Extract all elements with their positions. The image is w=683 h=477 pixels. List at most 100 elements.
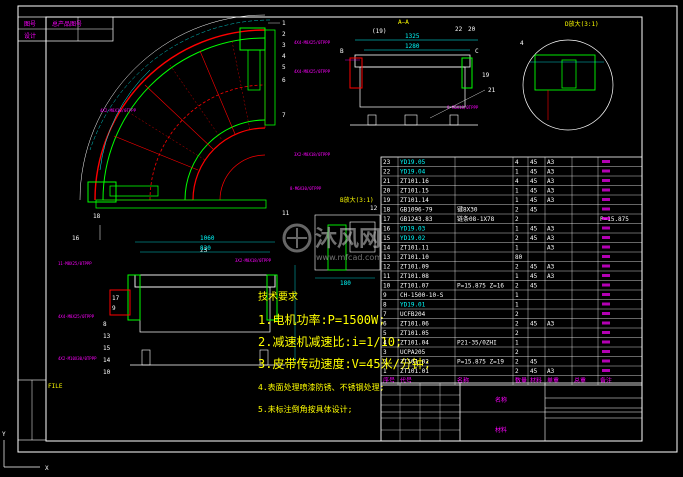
bom-cell: A3 [547,321,555,328]
callout-7: 7 [282,112,286,119]
bom-cell: 17 [383,216,391,223]
bom-cell: A3 [547,273,555,280]
watermark: 沐风网 www.mfcad.com [282,223,382,262]
bom-cell: 45 [530,188,538,195]
bom-remark-mark [602,169,610,173]
bom-cell: 45 [530,235,538,242]
bom-cell: 45 [530,226,538,233]
bom-cell: 4 [515,178,519,185]
bom-cell: 45 [530,207,538,214]
svg-text:14: 14 [103,357,111,364]
callout-18: 18 [93,213,101,220]
detail-b-title: B放大(3:1) [340,196,374,204]
bom-cell: 15 [383,235,391,242]
watermark-text: 沐风网 [315,227,381,252]
bom-cell: ZT101.15 [400,188,429,195]
bom-remark-mark [602,302,610,306]
bom-cell: ZT101.16 [400,178,429,185]
bom-cell: GB1243.83 [400,216,433,223]
svg-text:4X4-M8X25/0TPPP: 4X4-M8X25/0TPPP [58,314,95,319]
svg-text:4: 4 [520,40,524,47]
name-label: 名称 [495,396,507,404]
bom-cell: 45 [530,159,538,166]
bom-cell: 1 [515,273,519,280]
svg-text:(19): (19) [372,28,386,35]
bom-remark-mark [602,293,610,296]
bom-cell: YD19.04 [400,169,426,176]
bom-cell: GB1096-79 [400,207,433,214]
bom-remark-mark [602,312,610,315]
svg-text:10: 10 [103,369,111,376]
bom-remark-mark [602,274,610,277]
bom-cell: A3 [547,245,555,252]
bom-cell: 1 [515,169,519,176]
bom-remark-mark [602,255,610,258]
svg-text:17: 17 [112,295,120,302]
bom-cell: 1 [515,340,519,347]
bom-remark-mark [602,179,610,182]
bom-cell: 5 [383,330,387,337]
bom-cell: ZT101.04 [400,340,429,347]
svg-text:8-M6X30/0TPPP: 8-M6X30/0TPPP [290,186,322,191]
bom-remark-mark [602,283,610,287]
title-cell-2: 总产品图号 [52,20,82,28]
plan-callouts: 1 2 3 4 5 6 7 18 16 23 11 12 [72,20,378,254]
bom-cell: 4 [383,340,387,347]
note-5: 5.未标注倒角按具体设计; [258,404,352,414]
title-cell-1: 图号 [24,21,36,28]
dim-1060: 1060 [200,235,215,242]
dim-820: 820 [200,245,211,252]
bom-cell: ZT101.02 [400,359,429,366]
svg-text:11-M8X25/0TPPP: 11-M8X25/0TPPP [58,261,92,266]
bom-cell: ZT101.06 [400,321,429,328]
svg-text:X: X [45,465,49,472]
bom-remark-mark [602,188,610,192]
bom-cell: YD19.03 [400,226,426,233]
notes-heading: 技术要求 [258,290,298,303]
bom-cell: A3 [547,188,555,195]
bom-cell: 1 [515,302,519,309]
bom-cell: A3 [547,368,555,375]
bom-cell: 13 [383,254,391,261]
material-label: 材料 [495,426,507,434]
bom-cell: UCFB204 [400,311,426,318]
bom-remark-mark [602,198,610,201]
bom-cell: ZT101.05 [400,330,429,337]
svg-text:C: C [475,48,479,55]
bom-cell: 2 [515,283,519,290]
bom-table: 23 YD19.05 4 45 A322 YD19.04 1 45 A321 ZT101.16 4 4… [380,156,643,386]
curved-conveyor-plan [79,14,276,240]
detail-d: D放大(3:1) 4 [520,20,614,131]
bom-cell: ZT101.01 [400,368,429,375]
svg-text:9: 9 [112,305,116,312]
bom-remark-mark [602,321,610,325]
bom-cell: 链条08-1X78 [457,215,495,223]
bom-cell: 21 [383,178,391,185]
bom-cell: A3 [547,264,555,271]
callout-16: 16 [72,235,80,242]
dim-1280: 1280 [405,43,420,50]
svg-text:3X2-M8X18/0TPPP: 3X2-M8X18/0TPPP [235,258,272,263]
svg-text:4X2-M8X18/0TPPP: 4X2-M8X18/0TPPP [100,108,137,113]
svg-text:4X2-M10X30/0TPPP: 4X2-M10X30/0TPPP [58,356,97,361]
bom-remark-mark [602,226,610,230]
bom-cell: 45 [530,197,538,204]
svg-text:4X4-M8X25/0TPPP: 4X4-M8X25/0TPPP [294,69,331,74]
bom-cell: 3 [383,349,387,356]
bom-cell: 2 [515,349,519,356]
bom-cell: 2 [515,207,519,214]
top-left-title-block: 图号 总产品图号 设计 [17,16,114,42]
bom-cell: A3 [547,235,555,242]
file-label: FILE [48,383,63,390]
bom-cell: 2 [515,321,519,328]
section-aa-title: A—A [398,19,409,26]
bom-cell: 2 [515,368,519,375]
svg-text:21: 21 [488,87,496,94]
bom-cell: 4 [515,159,519,166]
bom-cell: YD19.02 [400,235,426,242]
callout-5: 5 [282,64,286,71]
bom-cell: 1 [515,245,519,252]
bom-cell: 45 [530,273,538,280]
callout-12: 12 [370,205,378,212]
cad-drawing: 图号 总产品图号 设计 FILE X Y 1 2 3 4 5 6 7 18 16… [2,5,678,472]
